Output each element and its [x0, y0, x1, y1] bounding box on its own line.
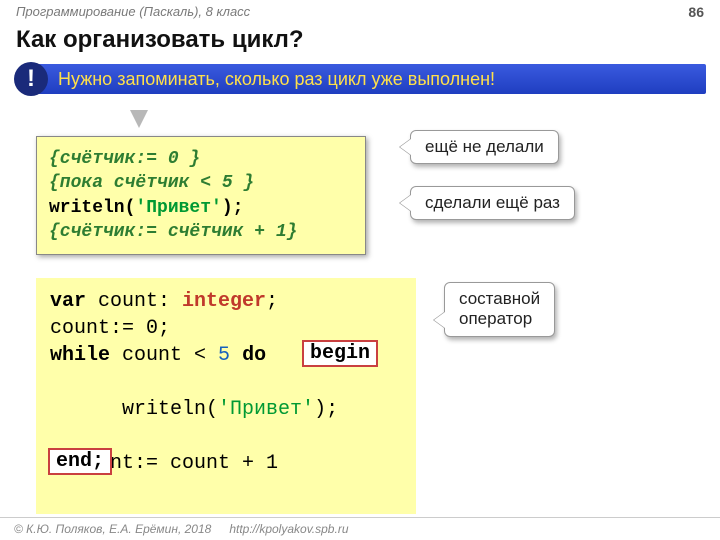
- page-number: 86: [688, 4, 704, 20]
- kw-do: do: [242, 344, 266, 367]
- pseudo-line-1: {счётчик:= 0 }: [49, 149, 200, 169]
- kw-while: while: [50, 344, 110, 367]
- header-bar: Программирование (Паскаль), 8 класс 86: [0, 0, 720, 22]
- assign-zero: count:= 0;: [50, 317, 170, 340]
- literal-5: 5: [218, 344, 230, 367]
- type-integer: integer: [182, 290, 266, 313]
- course-label: Программирование (Паскаль), 8 класс: [16, 4, 250, 20]
- arrow-down-icon: [130, 110, 148, 128]
- string-privet: 'Привет': [218, 398, 314, 421]
- pascal-code-block: var count: integer; count:= 0; while cou…: [36, 278, 416, 514]
- page-title: Как организовать цикл?: [0, 22, 720, 60]
- kw-var: var: [50, 290, 86, 313]
- copyright-text: © К.Ю. Поляков, Е.А. Ерёмин, 2018: [14, 522, 211, 536]
- alert-message: Нужно запоминать, сколько раз цикл уже в…: [32, 64, 706, 94]
- writeln-call: writeln(: [98, 398, 218, 421]
- cond-space: [230, 344, 242, 367]
- pseudo-string: 'Привет': [135, 198, 221, 218]
- exclamation-icon: !: [14, 62, 48, 96]
- tag-begin: begin: [302, 340, 378, 367]
- pseudocode-block: {счётчик:= 0 } {пока счётчик < 5 } write…: [36, 136, 366, 255]
- cond-part1: count <: [110, 344, 218, 367]
- callout-compound-operator: составной оператор: [444, 282, 555, 337]
- pseudo-paren: );: [222, 198, 244, 218]
- paren-close: );: [314, 398, 338, 421]
- tag-end: end;: [48, 448, 112, 475]
- callout-not-yet: ещё не делали: [410, 130, 559, 164]
- pseudo-line-2: {пока счётчик < 5 }: [49, 173, 254, 193]
- callout-did-again: сделали ещё раз: [410, 186, 575, 220]
- pseudo-writeln: writeln(: [49, 198, 135, 218]
- footer: © К.Ю. Поляков, Е.А. Ерёмин, 2018 http:/…: [0, 517, 720, 540]
- semicolon-1: ;: [266, 290, 278, 313]
- alert-row: ! Нужно запоминать, сколько раз цикл уже…: [14, 62, 706, 96]
- pseudo-line-4: {счётчик:= счётчик + 1}: [49, 222, 297, 242]
- footer-link[interactable]: http://kpolyakov.spb.ru: [229, 522, 348, 536]
- decl-count: count:: [86, 290, 182, 313]
